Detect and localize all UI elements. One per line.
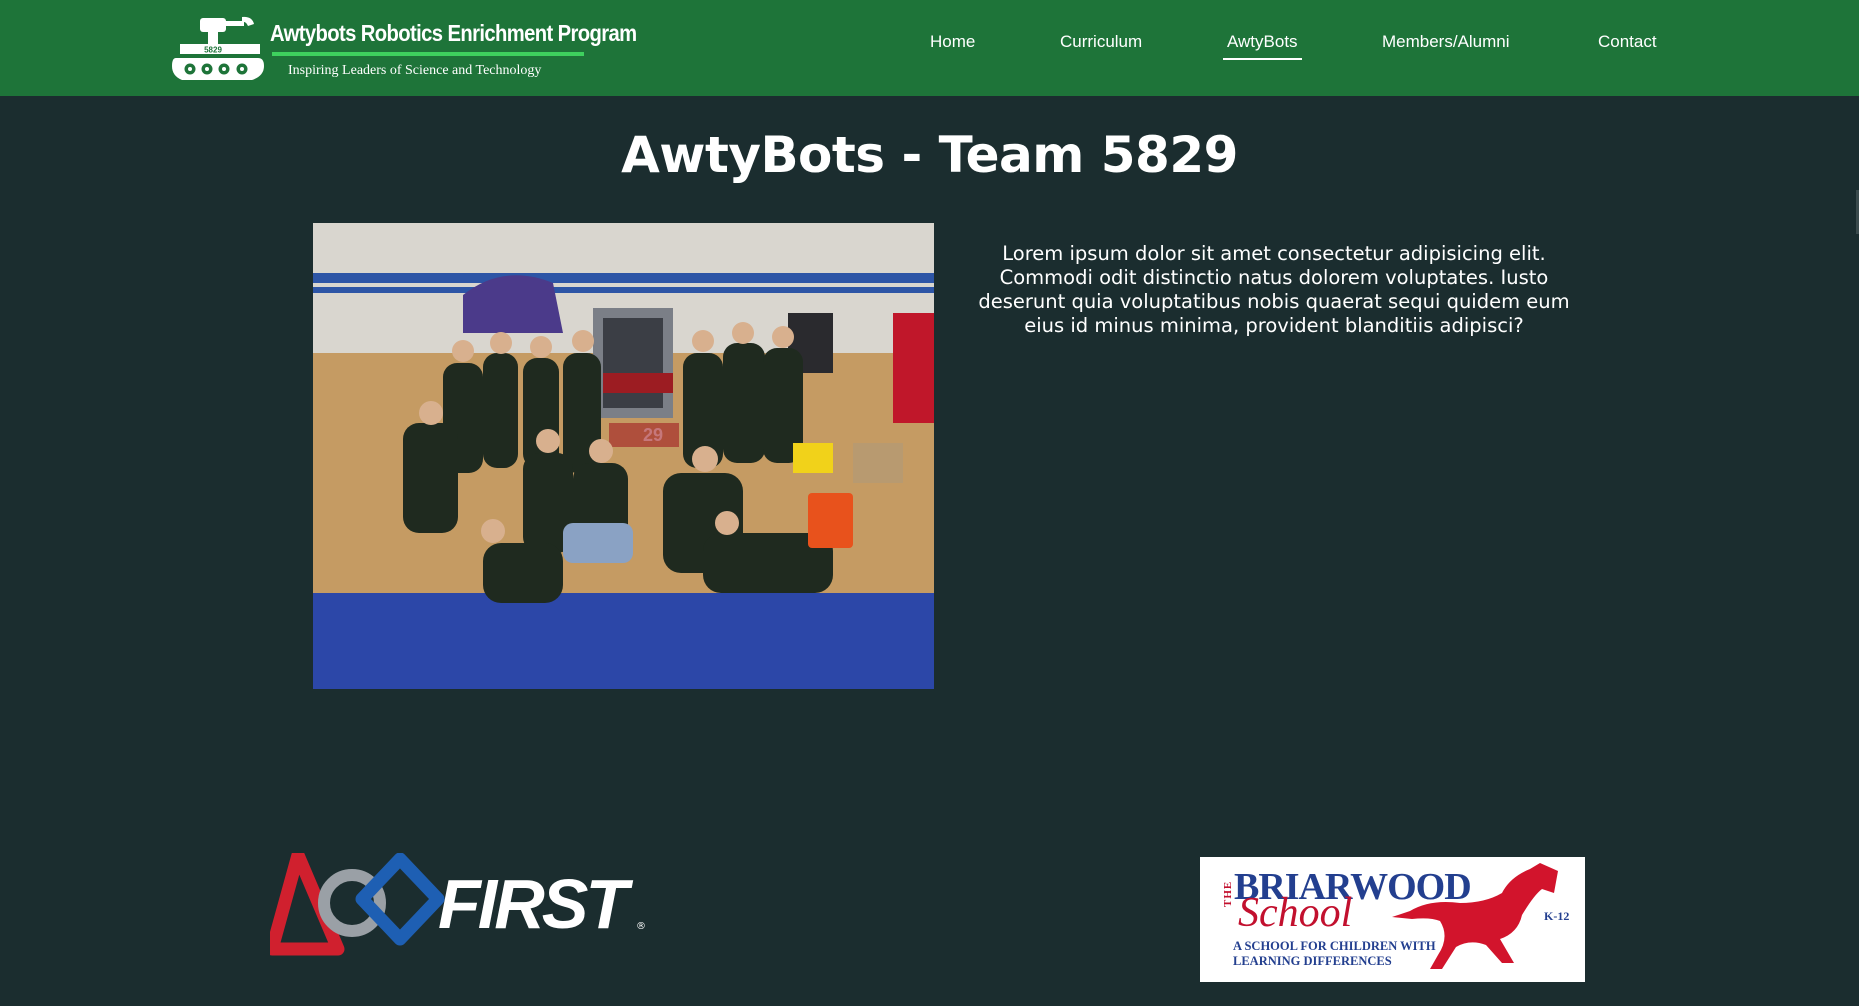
intro-paragraph: Lorem ipsum dolor sit amet consectetur a… [978, 242, 1570, 337]
briarwood-school-logo[interactable]: THE BRIARWOOD School K-12 A SCHOOL FOR C… [1200, 857, 1585, 982]
logo-divider [272, 52, 584, 56]
nav-link-members-alumni[interactable]: Members/Alumni [1382, 32, 1510, 52]
nav-link-contact[interactable]: Contact [1598, 32, 1657, 52]
registered-mark: ® [636, 921, 646, 932]
nav-link-awtybots[interactable]: AwtyBots [1223, 32, 1302, 60]
site-logo[interactable]: 5829 Awtybots Robotics Enrichment Progra… [172, 12, 637, 88]
briarwood-grade: K-12 [1544, 909, 1570, 923]
team-photo-image: 29 [313, 223, 934, 689]
top-navigation-bar: 5829 Awtybots Robotics Enrichment Progra… [0, 0, 1859, 96]
first-logo[interactable]: FIRST ® [270, 853, 660, 957]
robot-logo-icon: 5829 [172, 16, 264, 80]
briarwood-the: THE [1222, 880, 1234, 907]
first-wordmark: FIRST [438, 865, 628, 943]
logo-subtitle: Inspiring Leaders of Science and Technol… [288, 63, 542, 78]
briarwood-school-word: School [1238, 890, 1353, 936]
team-photo: 29 [313, 223, 934, 689]
logo-title: Awtybots Robotics Enrichment Program [270, 20, 637, 46]
page-title: AwtyBots - Team 5829 [621, 126, 1238, 184]
nav-link-curriculum[interactable]: Curriculum [1060, 32, 1142, 52]
nav-link-home[interactable]: Home [930, 32, 975, 52]
briarwood-tagline: A SCHOOL FOR CHILDREN WITH LEARNING DIFF… [1233, 939, 1436, 968]
svg-text:5829: 5829 [204, 46, 222, 55]
